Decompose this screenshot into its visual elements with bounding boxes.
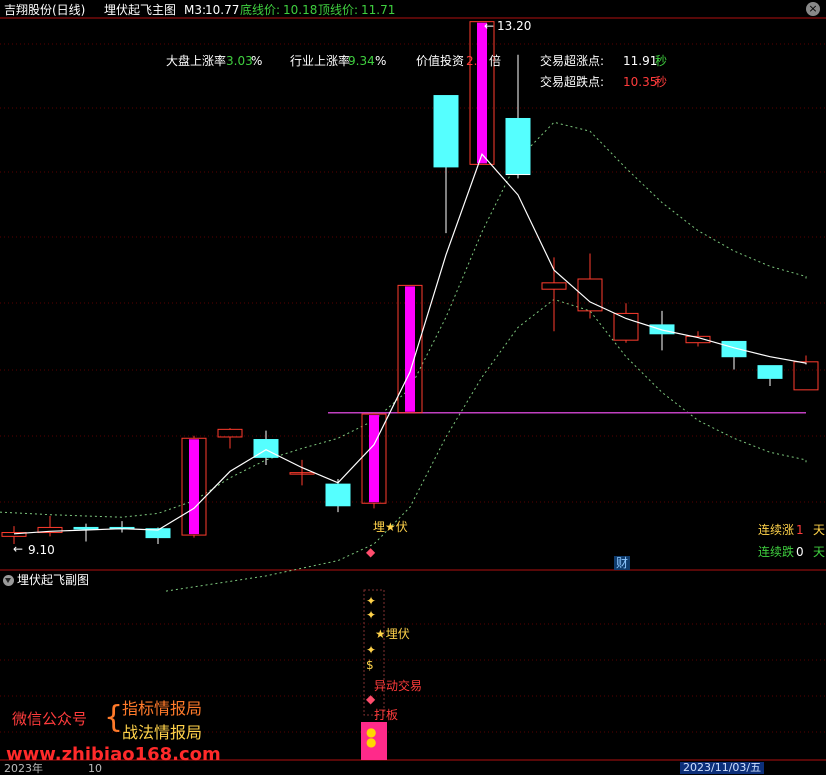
candle-13[interactable]	[469, 21, 495, 165]
candle-core-5	[189, 439, 199, 535]
brace-glyph: {	[104, 700, 124, 735]
candle-3[interactable]	[109, 521, 135, 533]
candle-body-21	[757, 365, 783, 379]
axis-cursor-date[interactable]: 2023/11/03/五	[680, 762, 765, 774]
candle-11[interactable]	[397, 284, 423, 414]
bottom-line-value: 10.18	[283, 3, 318, 17]
candle-7[interactable]	[253, 430, 279, 466]
candle-6[interactable]	[217, 428, 243, 449]
candle-22[interactable]	[793, 355, 819, 391]
streak-up-value: 1	[796, 523, 804, 537]
abnormal-trade-label: 异动交易	[374, 679, 423, 693]
oversold-value: 10.35	[623, 75, 658, 89]
low-price-label: 9.10	[28, 543, 55, 557]
industry-up-percent: %	[375, 54, 387, 68]
value-invest-unit: 倍	[489, 54, 502, 68]
top-line-value: 11.71	[361, 3, 396, 17]
overbought-unit: 秒	[655, 54, 668, 68]
ambush-signal: 埋★伏	[373, 520, 408, 534]
wechat-label: 微信公众号	[12, 710, 88, 728]
candle-2[interactable]	[73, 523, 99, 542]
streak-down-unit: 天	[813, 545, 826, 559]
candle-21[interactable]	[757, 365, 783, 387]
brand-line-2: 战法情报局	[122, 723, 203, 742]
candle-body-9	[325, 483, 351, 507]
diamond-icon-sub: ◆	[366, 692, 376, 706]
close-icon[interactable]: ×	[806, 2, 820, 16]
board-label: 打板	[374, 708, 399, 722]
low-arrow: ←	[13, 542, 24, 556]
candle-core-11	[405, 286, 415, 412]
candle-body-20	[721, 340, 747, 358]
candle-core-13	[477, 22, 487, 164]
candle-9[interactable]	[325, 479, 351, 513]
diamond-icon: ◆	[366, 545, 376, 559]
value-invest-value: 2.	[466, 54, 478, 68]
butterfly-icon-1: ✦	[366, 594, 377, 608]
coin-icon: ● ●	[366, 725, 377, 749]
sub-ambush-label: ★埋伏	[375, 627, 410, 641]
overbought-label: 交易超涨点:	[540, 54, 605, 68]
industry-up-label: 行业上涨率	[290, 54, 351, 68]
candle-body-12	[433, 95, 459, 168]
axis-month: 10	[88, 762, 102, 775]
cai-badge[interactable]: 财	[614, 556, 630, 570]
candle-12[interactable]	[433, 95, 459, 234]
candle-body-2	[73, 526, 99, 530]
candle-body-15	[541, 282, 567, 290]
butterfly-icon-3: ✦	[366, 643, 377, 657]
streak-up-label: 连续涨	[758, 523, 795, 537]
candle-body-18	[649, 324, 675, 335]
streak-down-value: 0	[796, 545, 804, 559]
candle-17[interactable]	[613, 303, 639, 343]
m3-value: 10.77	[205, 3, 240, 17]
industry-up-value: 9.34	[348, 54, 375, 68]
candle-16[interactable]	[577, 253, 603, 319]
candle-1[interactable]	[37, 515, 63, 537]
candle-body-6	[217, 428, 243, 438]
top-line-label: 顶线价:	[318, 3, 359, 17]
value-invest-label: 价值投资	[416, 54, 465, 68]
candle-body-22	[793, 361, 819, 391]
sub-chart-title[interactable]: 埋伏起飞副图	[17, 573, 89, 587]
stock-name: 吉翔股份(日线)	[4, 3, 86, 17]
market-up-percent: %	[251, 54, 263, 68]
chart-canvas	[0, 17, 826, 761]
high-price-label: 13.20	[497, 19, 532, 33]
brand-line-1: 指标情报局	[122, 699, 203, 718]
high-arrow: ←	[484, 19, 495, 33]
sub-chart-toggle-icon[interactable]	[3, 575, 14, 586]
market-up-value: 3.03	[226, 54, 253, 68]
oversold-unit: 秒	[655, 75, 668, 89]
indicator-title[interactable]: 埋伏起飞主图	[104, 3, 176, 17]
candle-19[interactable]	[685, 331, 711, 347]
candle-body-17	[613, 312, 639, 341]
axis-year: 2023年	[4, 762, 43, 775]
overbought-value: 11.91	[623, 54, 658, 68]
candlesticks[interactable]	[1, 21, 819, 544]
money-bag-icon: $	[366, 658, 374, 672]
candle-15[interactable]	[541, 257, 567, 332]
candle-5[interactable]	[181, 435, 207, 538]
streak-down-label: 连续跌	[758, 545, 795, 559]
market-up-label: 大盘上涨率	[166, 54, 227, 68]
m3-label: M3:	[184, 3, 207, 17]
candle-core-10	[369, 415, 379, 503]
candle-14[interactable]	[505, 54, 531, 179]
candle-body-14	[505, 117, 531, 176]
bottom-line-label: 底线价:	[240, 3, 281, 17]
butterfly-icon-2: ✦	[366, 608, 377, 622]
oversold-label: 交易超跌点:	[540, 75, 605, 89]
band-upper-line	[0, 121, 807, 518]
streak-up-unit: 天	[813, 523, 826, 537]
